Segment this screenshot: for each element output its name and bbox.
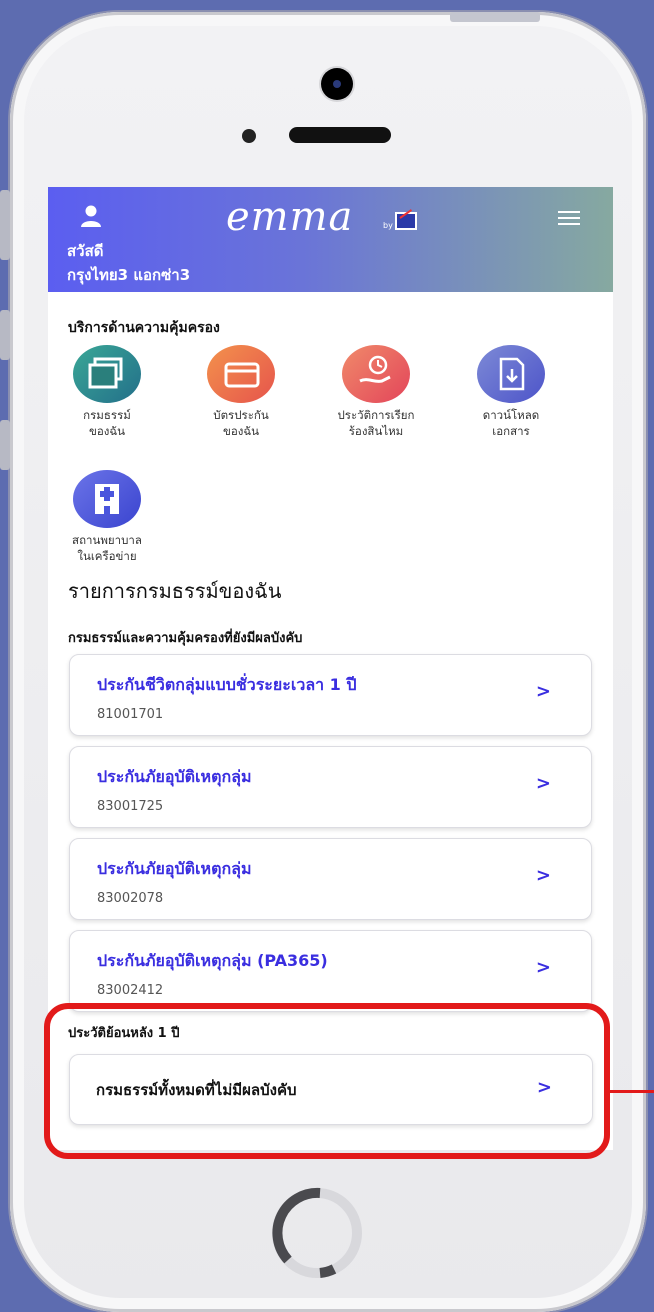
greeting-text: สวัสดี	[67, 242, 104, 260]
service-download-document[interactable]: ดาวน์โหลดเอกสาร	[451, 345, 571, 439]
service-network-hospital[interactable]: สถานพยาบาลในเครือข่าย	[48, 470, 167, 564]
policies-title: รายการกรมธรรม์ของฉัน	[68, 579, 282, 603]
service-label-line2: ของฉัน	[88, 424, 126, 438]
service-label-line2: ร้องสินไหม	[348, 424, 404, 438]
policy-card[interactable]: ประกันชีวิตกลุ่มแบบชั่วระยะเวลา 1 ปี 810…	[69, 654, 592, 736]
service-label-line1: สถานพยาบาล	[72, 533, 142, 547]
volume-up-button	[0, 310, 10, 360]
policy-name: ประกันภัยอุบัติเหตุกลุ่ม (PA365)	[97, 951, 328, 970]
policy-card[interactable]: ประกันภัยอุบัติเหตุกลุ่ม (PA365) 8300241…	[69, 930, 592, 1012]
service-label-line1: กรมธรรม์	[83, 408, 131, 422]
chevron-right-icon: >	[535, 865, 551, 886]
service-label-line1: บัตรประกัน	[213, 408, 269, 422]
policy-name: ประกันภัยอุบัติเหตุกลุ่ม	[97, 859, 252, 878]
service-label-line1: ประวัติการเรียก	[337, 408, 415, 422]
volume-down-button	[0, 420, 10, 470]
power-button	[450, 12, 540, 22]
axa-logo	[395, 212, 417, 230]
service-my-policy[interactable]: กรมธรรม์ของฉัน	[48, 345, 167, 439]
app-header: emma by สวัสดี กรุงไทย3 แอกซ่า3	[48, 187, 613, 292]
service-label-line2: ของฉัน	[222, 424, 260, 438]
chevron-right-icon: >	[535, 681, 551, 702]
policy-number: 83001725	[97, 799, 164, 814]
front-camera	[321, 68, 353, 100]
earpiece-speaker	[289, 127, 391, 143]
insurance-card-icon	[207, 345, 275, 403]
app-screen: emma by สวัสดี กรุงไทย3 แอกซ่า3 บริการด้…	[48, 187, 613, 1020]
service-label-line1: ดาวน์โหลด	[482, 408, 540, 422]
service-claim-history[interactable]: ประวัติการเรียกร้องสินไหม	[316, 345, 436, 439]
emma-logo: emma	[226, 194, 354, 240]
policy-card[interactable]: ประกันภัยอุบัติเหตุกลุ่ม 83002078 >	[69, 838, 592, 920]
chevron-right-icon: >	[535, 957, 551, 978]
home-button-loading-icon[interactable]	[268, 1184, 366, 1282]
download-document-icon	[477, 345, 545, 403]
policy-name: ประกันภัยอุบัติเหตุกลุ่ม	[97, 767, 252, 786]
callout-line	[610, 1090, 654, 1093]
chevron-right-icon: >	[535, 773, 551, 794]
service-insurance-card[interactable]: บัตรประกันของฉัน	[181, 345, 301, 439]
services-section-title: บริการด้านความคุ้มครอง	[68, 320, 220, 336]
user-name: กรุงไทย3 แอกซ่า3	[67, 266, 191, 284]
policy-name: ประกันชีวิตกลุ่มแบบชั่วระยะเวลา 1 ปี	[97, 675, 357, 694]
mute-switch	[0, 190, 10, 260]
service-label-line2: ในเครือข่าย	[77, 549, 137, 563]
active-policies-subtitle: กรมธรรม์และความคุ้มครองที่ยังมีผลบังคับ	[68, 631, 303, 646]
claim-history-icon	[342, 345, 410, 403]
hospital-icon	[73, 470, 141, 528]
policy-card[interactable]: ประกันภัยอุบัติเหตุกลุ่ม 83001725 >	[69, 746, 592, 828]
service-label-line2: เอกสาร	[492, 424, 530, 438]
highlight-box	[44, 1003, 610, 1159]
policy-number: 81001701	[97, 707, 164, 722]
user-icon[interactable]	[80, 205, 102, 229]
policy-number: 83002412	[97, 983, 164, 998]
proximity-sensor	[242, 129, 256, 143]
logo-by-text: by	[383, 221, 393, 230]
policy-number: 83002078	[97, 891, 164, 906]
policy-document-icon	[73, 345, 141, 403]
hamburger-menu-icon[interactable]	[558, 211, 580, 225]
